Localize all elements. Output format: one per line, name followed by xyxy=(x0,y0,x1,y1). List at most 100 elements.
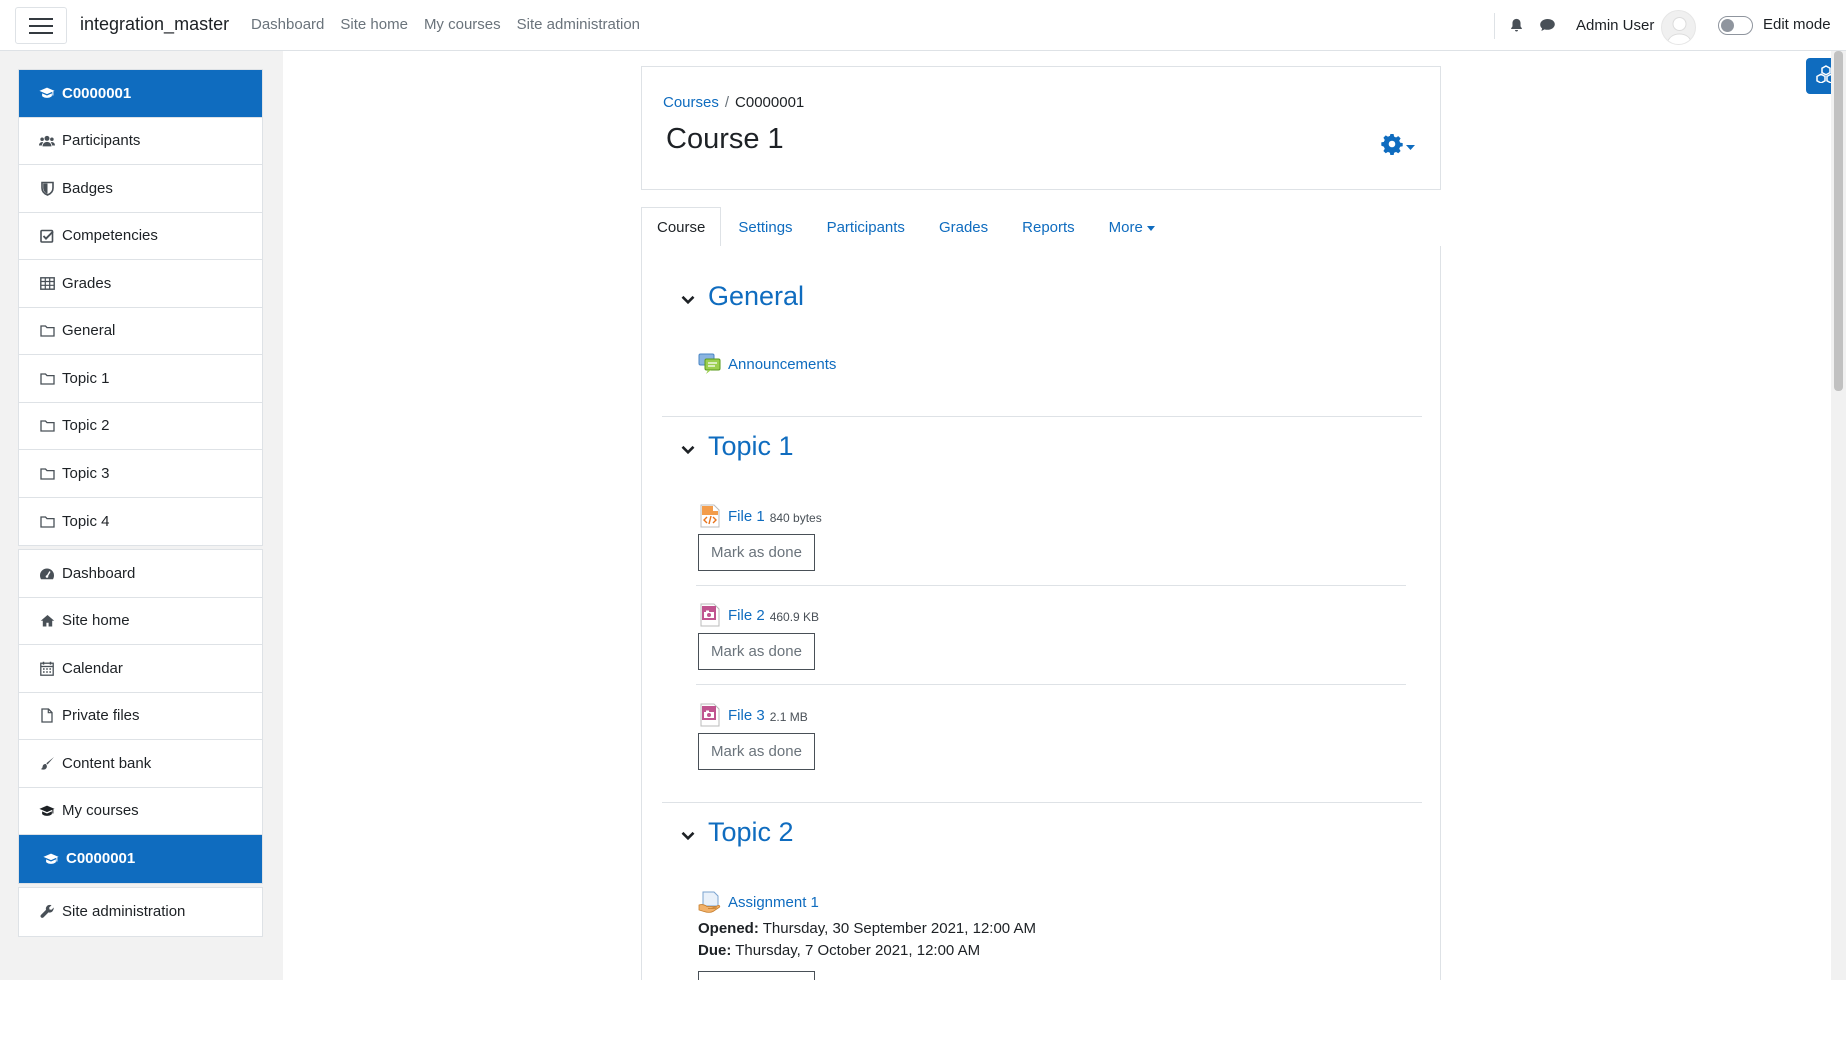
breadcrumb-separator: / xyxy=(724,94,730,111)
nav-site-home[interactable]: Site home xyxy=(340,16,408,33)
activity-assignment-1: Assignment 1 Opened: Thursday, 30 Septem… xyxy=(698,890,1408,962)
shield-icon xyxy=(39,180,55,196)
drawer-item-participants[interactable]: Participants xyxy=(19,118,262,165)
activity-link[interactable]: Announcements xyxy=(728,356,836,373)
due-label: Due: xyxy=(698,942,732,959)
activity-link[interactable]: File 1 xyxy=(728,508,765,525)
scrollbar-thumb[interactable] xyxy=(1834,51,1843,391)
primary-navigation: Dashboard Site home My courses Site admi… xyxy=(251,16,640,33)
top-navbar: integration_master Dashboard Site home M… xyxy=(0,0,1846,51)
secondary-navigation-tabs: Course Settings Participants Grades Repo… xyxy=(641,207,1441,247)
course-content: General Announcements Topic 1 File 1 840… xyxy=(641,246,1441,980)
course-header: Courses / C0000001 Course 1 xyxy=(641,66,1441,190)
chevron-down-icon[interactable] xyxy=(676,445,700,455)
due-value: Thursday, 7 October 2021, 12:00 AM xyxy=(735,942,981,959)
section-topic-2: Topic 2 Assignment 1 Opened: Thursday, 3… xyxy=(662,812,1422,982)
section-title[interactable]: General xyxy=(708,281,804,312)
nav-dashboard[interactable]: Dashboard xyxy=(251,16,324,33)
section-header: General xyxy=(662,276,804,316)
section-header: Topic 2 xyxy=(662,812,794,852)
home-icon xyxy=(39,613,55,629)
drawer-item-topic-1[interactable]: Topic 1 xyxy=(19,355,262,403)
activity-link[interactable]: File 2 xyxy=(728,607,765,624)
graduation-cap-icon xyxy=(39,803,55,819)
brush-icon xyxy=(39,755,55,771)
tab-participants[interactable]: Participants xyxy=(810,207,922,247)
drawer-item-topic-4[interactable]: Topic 4 xyxy=(19,498,262,546)
drawer-item-content-bank[interactable]: Content bank xyxy=(19,740,262,788)
dashboard-icon xyxy=(39,565,55,581)
tab-settings[interactable]: Settings xyxy=(721,207,809,247)
image-file-icon xyxy=(698,703,722,727)
drawer-item-dashboard[interactable]: Dashboard xyxy=(19,550,262,598)
drawer-item-general[interactable]: General xyxy=(19,308,262,355)
drawer-item-calendar[interactable]: Calendar xyxy=(19,645,262,693)
edit-mode-label: Edit mode xyxy=(1763,16,1831,33)
tab-reports[interactable]: Reports xyxy=(1005,207,1092,247)
caret-down-icon xyxy=(1146,225,1155,231)
drawer-item-course[interactable]: C0000001 xyxy=(19,70,262,118)
site-brand[interactable]: integration_master xyxy=(80,14,229,35)
opened-value: Thursday, 30 September 2021, 12:00 AM xyxy=(762,920,1036,937)
drawer-item-topic-2[interactable]: Topic 2 xyxy=(19,403,262,450)
chevron-down-icon[interactable] xyxy=(676,831,700,841)
mark-as-done-button[interactable]: Mark as done xyxy=(698,633,815,670)
drawer-item-topic-3[interactable]: Topic 3 xyxy=(19,450,262,498)
drawer-item-competencies[interactable]: Competencies xyxy=(19,213,262,260)
mark-as-done-button-partial[interactable] xyxy=(698,971,815,980)
forum-icon xyxy=(698,352,722,376)
tab-more[interactable]: More xyxy=(1092,207,1172,247)
folder-icon xyxy=(39,465,55,481)
graduation-cap-icon xyxy=(43,851,59,867)
tab-grades[interactable]: Grades xyxy=(922,207,1005,247)
drawer-item-my-course-c0000001[interactable]: C0000001 xyxy=(19,835,262,883)
gear-icon xyxy=(1381,133,1403,159)
check-square-icon xyxy=(39,228,55,244)
navbar-divider xyxy=(1494,13,1495,39)
image-file-icon xyxy=(698,603,722,627)
drawer-item-site-administration[interactable]: Site administration xyxy=(19,888,262,936)
edit-mode-toggle[interactable] xyxy=(1718,16,1753,35)
file-size: 840 bytes xyxy=(769,510,822,525)
activity-link[interactable]: File 3 xyxy=(728,707,765,724)
drawer-item-grades[interactable]: Grades xyxy=(19,260,262,308)
course-index-drawer: C0000001 Participants Badges Competencie… xyxy=(0,51,283,980)
admin-nav-group: Site administration xyxy=(18,887,263,937)
drawer-toggle-button[interactable] xyxy=(15,7,67,44)
wrench-icon xyxy=(39,904,55,920)
section-header: Topic 1 xyxy=(662,426,794,466)
drawer-item-my-courses[interactable]: My courses xyxy=(19,788,262,835)
folder-icon xyxy=(39,323,55,339)
drawer-item-site-home[interactable]: Site home xyxy=(19,598,262,645)
nav-site-administration[interactable]: Site administration xyxy=(517,16,640,33)
mark-as-done-button[interactable]: Mark as done xyxy=(698,534,815,571)
drawer-item-private-files[interactable]: Private files xyxy=(19,693,262,740)
folder-icon xyxy=(39,370,55,386)
folder-icon xyxy=(39,418,55,434)
chat-icon[interactable] xyxy=(1539,17,1555,33)
course-nav-group: C0000001 Participants Badges Competencie… xyxy=(18,69,263,546)
avatar[interactable] xyxy=(1661,10,1696,45)
file-size: 2.1 MB xyxy=(769,709,808,724)
activity-link[interactable]: Assignment 1 xyxy=(728,894,819,911)
bell-icon[interactable] xyxy=(1509,17,1525,33)
mark-as-done-button[interactable]: Mark as done xyxy=(698,733,815,770)
activity-divider xyxy=(696,684,1406,685)
user-menu-name[interactable]: Admin User xyxy=(1576,17,1654,34)
activity-file-2: File 2 460.9 KB Mark as done xyxy=(698,603,1408,670)
activity-file-3: File 3 2.1 MB Mark as done xyxy=(698,703,1408,770)
tab-course[interactable]: Course xyxy=(641,207,722,247)
nav-my-courses[interactable]: My courses xyxy=(424,16,501,33)
breadcrumb-courses[interactable]: Courses xyxy=(663,94,719,111)
course-actions-menu[interactable] xyxy=(1381,133,1415,159)
section-title[interactable]: Topic 1 xyxy=(708,431,794,462)
file-icon xyxy=(39,708,55,724)
graduation-cap-icon xyxy=(39,85,55,101)
section-general: General Announcements xyxy=(662,276,1422,396)
activity-divider xyxy=(696,585,1406,586)
section-title[interactable]: Topic 2 xyxy=(708,817,794,848)
chevron-down-icon[interactable] xyxy=(676,295,700,305)
caret-down-icon xyxy=(1406,138,1415,155)
page-scrollbar[interactable] xyxy=(1831,51,1846,980)
drawer-item-badges[interactable]: Badges xyxy=(19,165,262,213)
